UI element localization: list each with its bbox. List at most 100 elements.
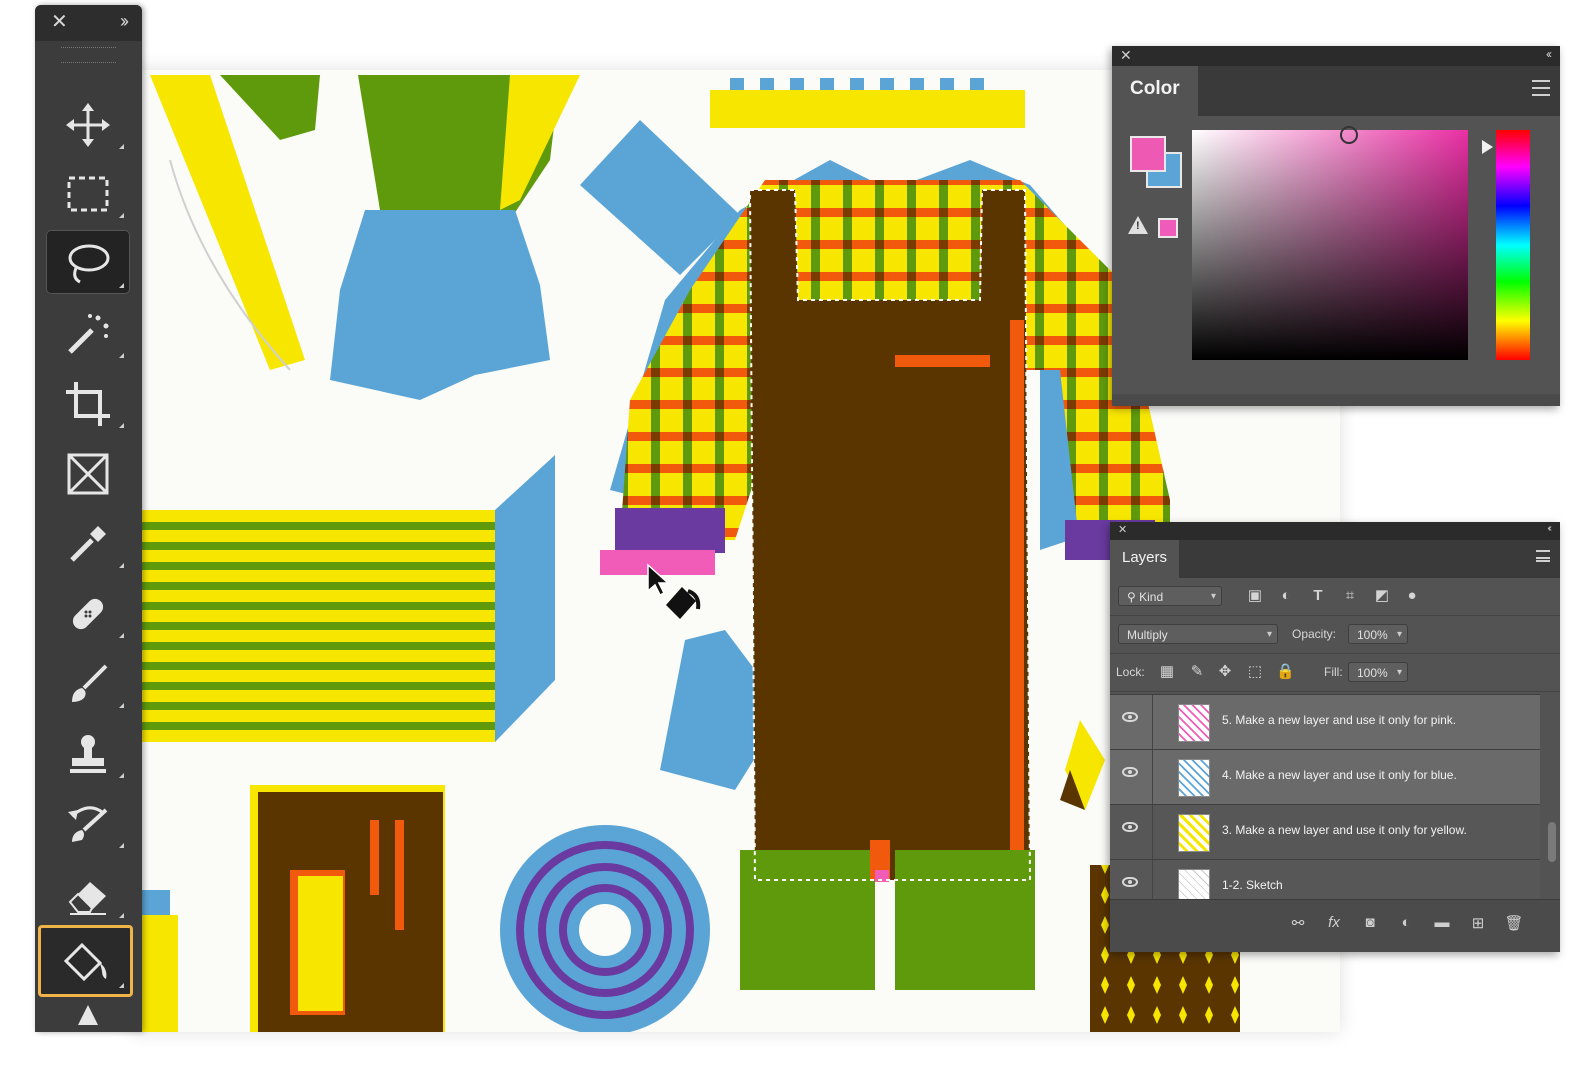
eraser-tool[interactable] (46, 860, 130, 924)
gamut-corrected-swatch[interactable] (1158, 218, 1178, 238)
chevron-down-icon: ▾ (1396, 629, 1402, 640)
pen-tool[interactable] (46, 1001, 130, 1031)
eye-icon[interactable] (1122, 877, 1138, 887)
adjustment-filter-icon[interactable]: ◐ (1277, 586, 1295, 606)
add-mask-icon[interactable]: ◙ (1360, 914, 1380, 931)
close-icon[interactable]: ✕ (51, 12, 68, 32)
toolbar-header: ✕ ›› (35, 5, 142, 41)
smart-object-filter-icon[interactable]: ◩ (1373, 586, 1391, 606)
tab-layers[interactable]: Layers (1110, 540, 1180, 578)
eye-icon[interactable] (1122, 822, 1138, 832)
layer-row[interactable]: 4. Make a new layer and use it only for … (1110, 749, 1540, 804)
new-layer-icon[interactable]: ⊞ (1468, 914, 1488, 932)
close-icon[interactable]: ✕ (1118, 523, 1127, 536)
fx-icon[interactable]: fx (1324, 914, 1344, 931)
opacity-input[interactable]: 100% ▾ (1348, 624, 1408, 644)
rectangular-marquee-tool[interactable] (46, 160, 130, 224)
link-layers-icon[interactable]: ⚯ (1288, 914, 1308, 932)
color-panel: ✕ ‹‹ Color ! (1112, 46, 1560, 406)
overall (740, 189, 1035, 990)
color-panel-tabs: Color (1112, 66, 1560, 116)
shape-filter-icon[interactable]: ⌗ (1341, 586, 1359, 606)
blend-mode-select[interactable]: Multiply ▾ (1118, 624, 1278, 644)
paint-bucket-icon (64, 942, 107, 982)
lock-artboard-icon[interactable]: ⬚ (1246, 662, 1264, 682)
eyedropper-icon (70, 526, 106, 562)
shirt-sketch-top-left (150, 75, 580, 400)
move-tool[interactable] (46, 91, 130, 155)
chevron-down-icon: ▾ (1396, 667, 1402, 678)
toolbar-grip[interactable] (61, 47, 116, 63)
layers-panel-tabs: Layers (1110, 540, 1560, 578)
dashed-rectangle-icon (67, 176, 109, 212)
color-picker-cursor[interactable] (1340, 126, 1358, 144)
hue-slider-pointer[interactable] (1482, 140, 1493, 154)
filter-kind-select[interactable]: ⚲ Kind ▾ (1118, 586, 1222, 606)
eye-icon[interactable] (1122, 767, 1138, 777)
lock-label: Lock: (1116, 665, 1145, 679)
eraser-icon (68, 882, 106, 915)
paint-bucket-tool[interactable] (38, 925, 133, 997)
search-icon: ⚲ (1127, 590, 1140, 604)
foreground-color-swatch[interactable] (1130, 136, 1166, 172)
color-panel-titlebar: ✕ ‹‹ (1112, 46, 1560, 66)
lasso-icon (68, 244, 110, 284)
color-picker-field[interactable] (1192, 130, 1468, 360)
magic-wand-tool[interactable] (46, 300, 130, 364)
opacity-label: Opacity: (1292, 627, 1337, 641)
layers-scrollbar[interactable] (1548, 822, 1556, 862)
out-of-gamut-warning-icon[interactable]: ! (1128, 216, 1148, 234)
layer-thumbnail (1178, 704, 1210, 742)
fill-value: 100% (1357, 666, 1388, 680)
lock-image-pixels-icon[interactable]: ✎ (1188, 662, 1206, 682)
eye-icon[interactable] (1122, 712, 1138, 722)
blend-mode-value: Multiply (1127, 628, 1168, 642)
stripe-top (710, 90, 1025, 128)
tab-color[interactable]: Color (1112, 66, 1198, 116)
clone-stamp-tool[interactable] (46, 720, 130, 784)
collapse-icon[interactable]: ‹‹ (1546, 47, 1552, 61)
magic-wand-icon (68, 314, 109, 354)
stamp-icon (70, 735, 106, 773)
layers-panel: ✕ ‹‹ Layers ⚲ Kind ▾ ▣ ◐ T ⌗ ◩ ● Multiply… (1110, 522, 1560, 952)
fill-input[interactable]: 100% ▾ (1348, 662, 1408, 682)
pixel-filter-icon[interactable]: ▣ (1246, 586, 1264, 606)
double-chevron-right-icon[interactable]: ›› (120, 11, 129, 32)
history-brush-tool[interactable] (46, 790, 130, 854)
layer-row[interactable]: 3. Make a new layer and use it only for … (1110, 804, 1540, 859)
filter-toggle-icon[interactable]: ● (1403, 586, 1421, 606)
lasso-tool[interactable] (46, 230, 130, 294)
fill-label: Fill: (1324, 665, 1343, 679)
layers-footer-toolbar: ⚯ fx ◙ ◐ ▬ ⊞ 🗑 (1110, 899, 1560, 952)
adjustment-layer-icon[interactable]: ◐ (1396, 914, 1416, 931)
panel-menu-icon[interactable] (1536, 550, 1550, 562)
new-group-folder-icon[interactable]: ▬ (1432, 914, 1452, 931)
layer-filter-row: ⚲ Kind ▾ ▣ ◐ T ⌗ ◩ ● (1110, 578, 1560, 616)
type-filter-icon[interactable]: T (1309, 586, 1327, 606)
panel-menu-icon[interactable] (1532, 80, 1550, 96)
frame-tool[interactable] (46, 440, 130, 504)
lock-transparent-pixels-icon[interactable]: ▦ (1158, 662, 1176, 682)
color-panel-resize-grip[interactable] (1112, 394, 1560, 406)
move-arrows-icon (66, 103, 110, 147)
collapse-icon[interactable]: ‹‹ (1547, 523, 1551, 534)
layer-name: 3. Make a new layer and use it only for … (1222, 823, 1467, 837)
opacity-value: 100% (1357, 628, 1388, 642)
brush-tool[interactable] (46, 650, 130, 714)
layers-panel-titlebar: ✕ ‹‹ (1110, 522, 1560, 540)
eyedropper-tool[interactable] (46, 510, 130, 574)
striped-block (140, 510, 495, 742)
hue-slider[interactable] (1496, 130, 1530, 360)
spot-healing-tool[interactable] (46, 580, 130, 644)
layer-row[interactable]: 5. Make a new layer and use it only for … (1110, 694, 1540, 749)
close-icon[interactable]: ✕ (1120, 47, 1132, 64)
layer-thumbnail (1178, 759, 1210, 797)
blend-row: Multiply ▾ Opacity: 100% ▾ (1110, 616, 1560, 654)
filter-kind-label: Kind (1139, 590, 1164, 604)
crop-icon (66, 382, 110, 426)
trash-icon[interactable]: 🗑 (1504, 914, 1524, 932)
lock-position-icon[interactable]: ✥ (1216, 662, 1234, 682)
lock-all-icon[interactable]: 🔒 (1276, 662, 1295, 682)
history-brush-icon (68, 806, 108, 842)
crop-tool[interactable] (46, 370, 130, 434)
